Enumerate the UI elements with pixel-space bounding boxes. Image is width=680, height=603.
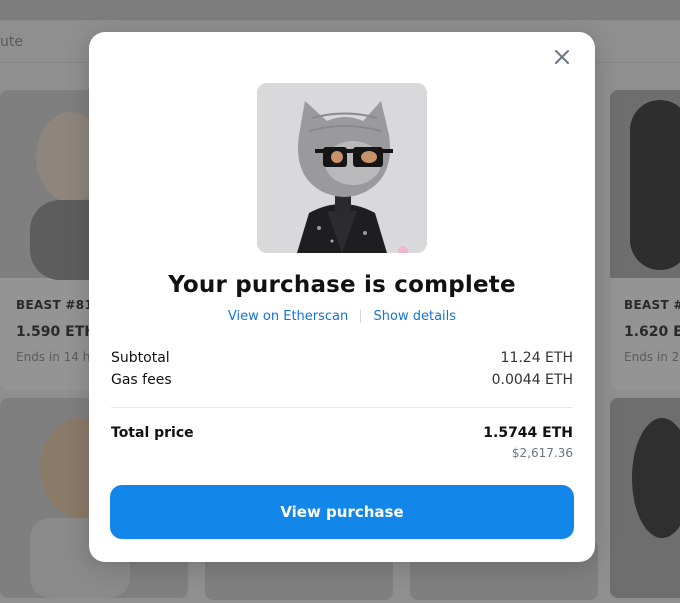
background-card-price: 1.620 ETH bbox=[624, 324, 680, 340]
background-card: BEAST # 1.620 ETH Ends in 2 bbox=[610, 90, 680, 390]
total-price-usd: $2,617.36 bbox=[511, 446, 573, 460]
view-purchase-button[interactable]: View purchase bbox=[110, 485, 574, 539]
background-filter-text: ute bbox=[0, 34, 23, 50]
gas-fees-value: 0.0044 ETH bbox=[491, 372, 573, 388]
total-price-label: Total price bbox=[111, 425, 194, 441]
show-details-link[interactable]: Show details bbox=[374, 309, 457, 324]
summary-divider bbox=[111, 407, 573, 408]
subtotal-value: 11.24 ETH bbox=[500, 350, 573, 366]
subtotal-row: Subtotal 11.24 ETH bbox=[111, 350, 573, 366]
background-top-bar bbox=[0, 0, 680, 21]
gas-fees-row: Gas fees 0.0044 ETH bbox=[111, 372, 573, 388]
view-on-etherscan-link[interactable]: View on Etherscan bbox=[228, 309, 348, 324]
modal-links: View on Etherscan Show details bbox=[89, 309, 595, 324]
total-price-row: Total price 1.5744 ETH bbox=[111, 425, 573, 441]
total-price-value: 1.5744 ETH bbox=[483, 425, 573, 441]
background-card-title: BEAST # bbox=[624, 298, 680, 312]
purchase-complete-modal: Your purchase is complete View on Ethers… bbox=[89, 32, 595, 562]
nft-image bbox=[257, 83, 427, 253]
close-button[interactable] bbox=[551, 46, 573, 68]
background-card-ends: Ends in 2 bbox=[624, 350, 680, 364]
background-card-price: 1.590 ETH bbox=[16, 324, 96, 340]
modal-title: Your purchase is complete bbox=[168, 272, 516, 298]
link-divider bbox=[360, 310, 362, 323]
background-card-ends: Ends in 14 h bbox=[16, 350, 91, 364]
background-card-image bbox=[610, 90, 680, 278]
background-card bbox=[610, 398, 680, 598]
gas-fees-label: Gas fees bbox=[111, 372, 172, 388]
nft-character-illustration bbox=[257, 83, 427, 253]
subtotal-label: Subtotal bbox=[111, 350, 170, 366]
close-icon bbox=[555, 50, 569, 64]
background-card-image bbox=[610, 398, 680, 598]
